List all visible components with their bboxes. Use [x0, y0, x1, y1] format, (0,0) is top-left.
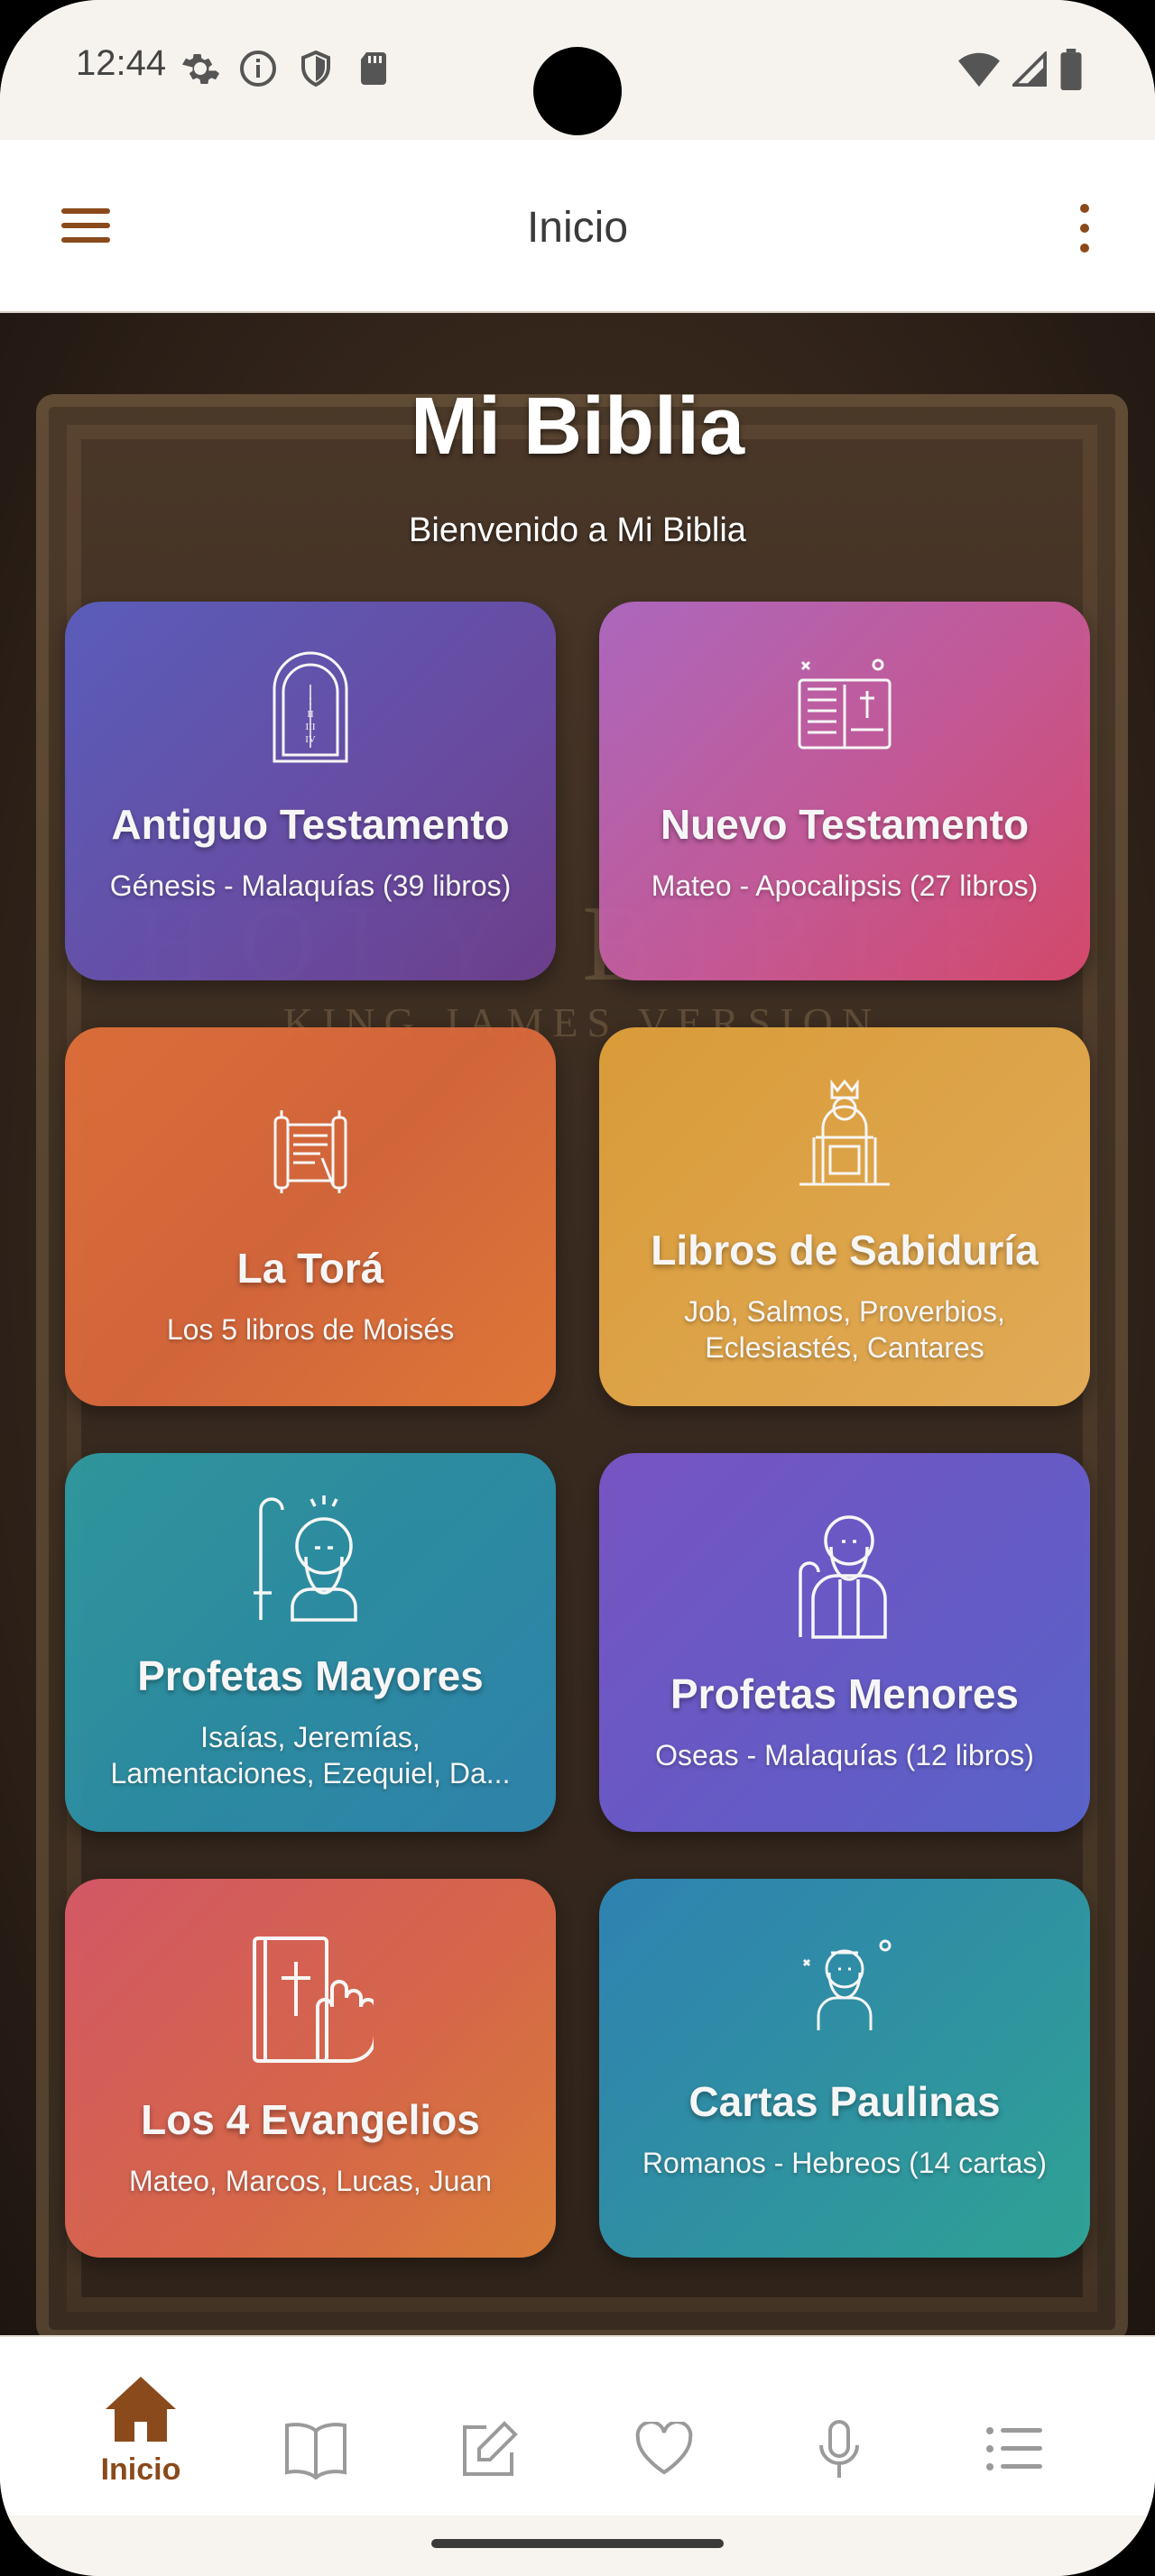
camera-cutout	[533, 47, 622, 135]
svg-text:III: III	[306, 722, 316, 732]
nav-lista[interactable]	[960, 2373, 1068, 2490]
svg-text:II: II	[307, 709, 314, 720]
king-throne-icon	[599, 1074, 1090, 1191]
open-bible-icon	[599, 658, 1090, 757]
battery-icon	[1060, 49, 1082, 90]
hero-subtitle: Bienvenido a Mi Biblia	[409, 511, 746, 549]
home-content[interactable]: HOLY BIBLE KING JAMES VERSION Mi Biblia …	[0, 313, 1155, 2335]
page-title: Inicio	[526, 204, 629, 252]
card-subtitle: Isaías, Jeremías, Lamentaciones, Ezequie…	[110, 1721, 511, 1789]
book-icon	[285, 2423, 346, 2479]
card-nuevo-testamento[interactable]: Nuevo Testamento Mateo - Apocalipsis (27…	[599, 602, 1090, 980]
card-title: Nuevo Testamento	[660, 801, 1030, 848]
heart-icon	[635, 2422, 693, 2475]
status-time: 12:44	[76, 43, 167, 83]
bottom-navigation: Inicio	[0, 2335, 1155, 2517]
status-right-icons	[958, 49, 1083, 90]
hero-title: Mi Biblia	[410, 382, 745, 472]
card-subtitle: Los 5 libros de Moisés	[166, 1313, 455, 1346]
card-profetas-mayores[interactable]: Profetas Mayores Isaías, Jeremías, Lamen…	[65, 1453, 556, 1832]
tablets-icon: I II III IV	[65, 649, 556, 766]
card-libros-de-sabiduria[interactable]: Libros de Sabiduría Job, Salmos, Proverb…	[599, 1027, 1090, 1406]
phone-screen: 12:44 Inicio HOLY BIBLE KING JAMES VERSI…	[0, 0, 1155, 2576]
card-subtitle: Mateo - Apocalipsis (27 libros)	[651, 869, 1039, 902]
card-title: La Torá	[236, 1245, 384, 1292]
card-subtitle: Mateo, Marcos, Lucas, Juan	[129, 2165, 492, 2197]
card-subtitle: Génesis - Malaquías (39 libros)	[109, 869, 512, 902]
card-cartas-paulinas[interactable]: Cartas Paulinas Romanos - Hebreos (14 ca…	[599, 1879, 1090, 2258]
nav-notas[interactable]	[435, 2373, 543, 2490]
card-los-4-evangelios[interactable]: Los 4 Evangelios Mateo, Marcos, Lucas, J…	[65, 1879, 556, 2258]
torah-scroll-icon	[65, 1109, 556, 1194]
prophet-icon	[599, 1509, 1090, 1640]
card-subtitle: Romanos - Hebreos (14 cartas)	[642, 2147, 1048, 2179]
card-title: Profetas Mayores	[137, 1652, 484, 1699]
microphone-icon	[819, 2420, 859, 2478]
edit-note-icon	[463, 2421, 518, 2476]
home-icon	[106, 2377, 176, 2442]
svg-text:I: I	[309, 696, 312, 707]
sd-card-icon	[361, 52, 386, 85]
wifi-icon	[958, 52, 1000, 87]
prophet-staff-icon	[65, 1494, 556, 1624]
card-subtitle: Oseas - Malaquías (12 libros)	[655, 1739, 1034, 1771]
card-subtitle: Job, Salmos, Proverbios, Eclesiastés, Ca…	[684, 1295, 1005, 1364]
card-title: Los 4 Evangelios	[141, 2096, 480, 2143]
apostle-icon	[599, 1933, 1090, 2032]
app-bar: Inicio	[0, 140, 1155, 313]
nav-inicio[interactable]: Inicio	[87, 2373, 195, 2490]
status-bar: 12:44	[0, 0, 1155, 140]
card-la-tora[interactable]: La Torá Los 5 libros de Moisés	[65, 1027, 556, 1406]
card-title: Profetas Menores	[670, 1670, 1019, 1717]
cell-signal-icon	[1012, 51, 1047, 87]
list-icon	[986, 2427, 1042, 2470]
card-profetas-menores[interactable]: Profetas Menores Oseas - Malaquías (12 l…	[599, 1453, 1090, 1832]
gesture-handle[interactable]	[431, 2539, 724, 2548]
card-antiguo-testamento[interactable]: I II III IV Antiguo Testamento Génesis -…	[65, 602, 556, 980]
card-title: Libros de Sabiduría	[651, 1227, 1039, 1274]
bible-hand-icon	[65, 1935, 556, 2065]
settings-icon	[182, 54, 219, 84]
nav-libros[interactable]	[262, 2373, 370, 2490]
more-vert-icon[interactable]	[1067, 201, 1103, 255]
nav-audio[interactable]	[785, 2373, 893, 2490]
nav-label-inicio: Inicio	[100, 2452, 181, 2487]
nav-favoritos[interactable]	[610, 2373, 718, 2490]
svg-text:IV: IV	[305, 734, 316, 745]
info-icon	[240, 51, 276, 87]
shield-icon	[301, 50, 330, 87]
status-left-icons	[179, 47, 395, 90]
card-title: Antiguo Testamento	[111, 801, 510, 848]
card-title: Cartas Paulinas	[688, 2078, 1001, 2125]
